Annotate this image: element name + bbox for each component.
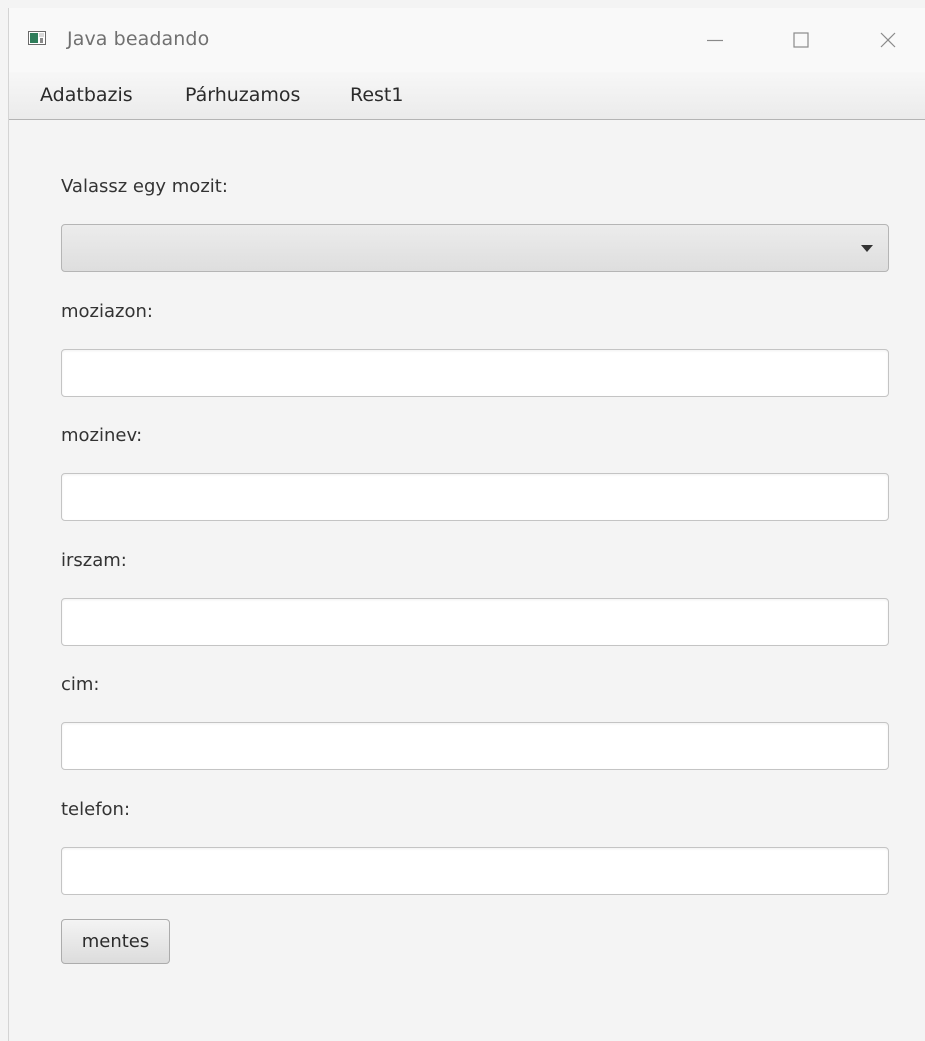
minimize-icon xyxy=(707,39,723,42)
menu-bar: Adatbazis Párhuzamos Rest1 xyxy=(9,72,925,120)
close-button[interactable] xyxy=(865,8,911,72)
irszam-field[interactable] xyxy=(61,598,889,646)
app-window: Java beadando Adatbazis Párhuzamos Rest1… xyxy=(8,8,925,1041)
telefon-label: telefon: xyxy=(61,799,131,820)
moziazon-label: moziazon: xyxy=(61,301,153,322)
window-title: Java beadando xyxy=(67,28,210,50)
irszam-label: irszam: xyxy=(61,550,127,571)
cinema-select[interactable] xyxy=(61,224,889,272)
moziazon-field[interactable] xyxy=(61,349,889,397)
maximize-icon xyxy=(793,32,809,48)
menu-parhuzamos[interactable]: Párhuzamos xyxy=(185,84,300,106)
mozinev-field[interactable] xyxy=(61,473,889,521)
form-panel: Valassz egy mozit: moziazon: mozinev: ir… xyxy=(9,120,925,1041)
cim-field[interactable] xyxy=(61,722,889,770)
chevron-down-icon xyxy=(861,245,873,252)
java-app-icon xyxy=(28,31,46,45)
menu-rest1[interactable]: Rest1 xyxy=(350,84,403,106)
cim-label: cim: xyxy=(61,674,100,695)
telefon-field[interactable] xyxy=(61,847,889,895)
maximize-button[interactable] xyxy=(778,8,824,72)
cinema-select-label: Valassz egy mozit: xyxy=(61,176,228,197)
menu-adatbazis[interactable]: Adatbazis xyxy=(40,84,133,106)
close-icon xyxy=(880,32,896,48)
minimize-button[interactable] xyxy=(692,8,738,72)
title-bar: Java beadando xyxy=(9,8,925,72)
mozinev-label: mozinev: xyxy=(61,425,143,446)
save-button[interactable]: mentes xyxy=(61,919,170,964)
